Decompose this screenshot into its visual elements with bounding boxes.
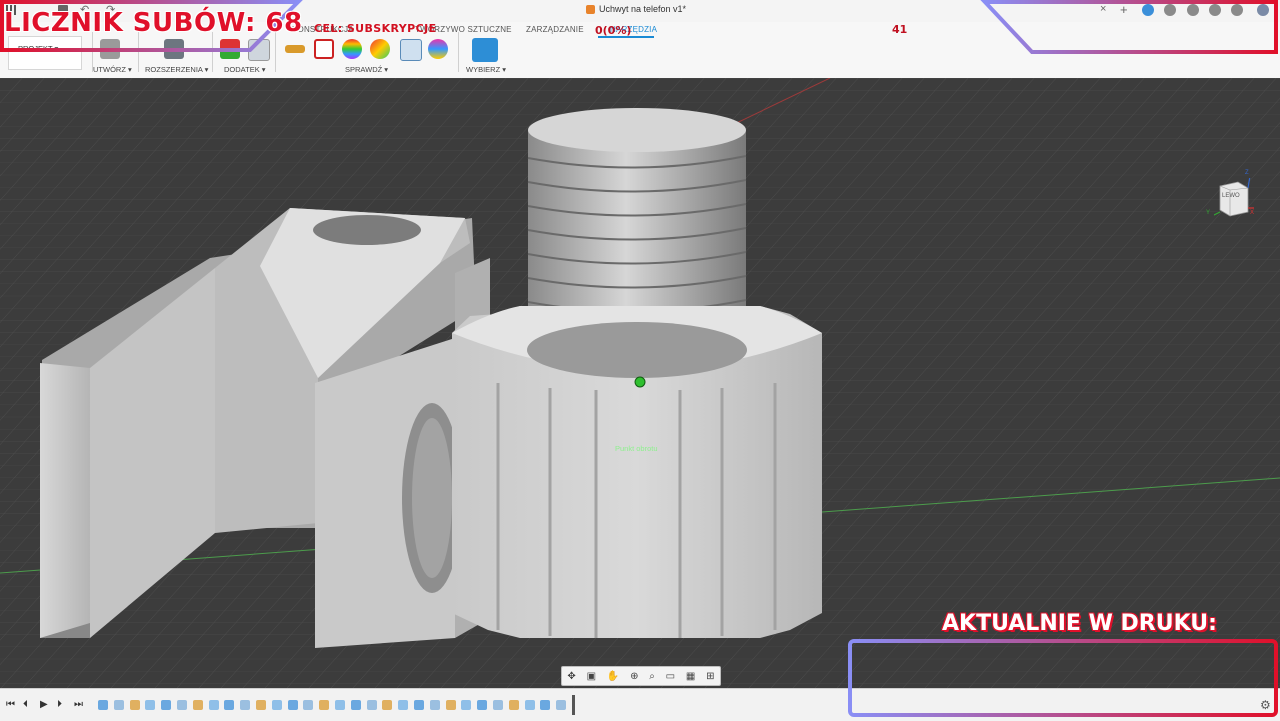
timeline-feature-icon[interactable]	[208, 700, 219, 710]
toolbar-separator	[138, 32, 139, 72]
timeline-feature-icon[interactable]	[493, 700, 503, 710]
timeline-feature-icon[interactable]	[382, 700, 393, 710]
timeline-feature-icon[interactable]	[461, 700, 472, 710]
pivot-label: Punkt obrotu	[615, 444, 658, 453]
timeline-feature-icon[interactable]	[224, 700, 235, 710]
group-wybierz[interactable]: WYBIERZ ▾	[466, 65, 506, 74]
group-utworz[interactable]: UTWÓRZ ▾	[93, 65, 132, 74]
notifications-icon[interactable]	[1209, 4, 1221, 16]
timeline-feature-icon[interactable]	[177, 700, 187, 710]
timeline-feature-icon[interactable]	[240, 700, 251, 710]
timeline-feature-icon[interactable]	[477, 700, 488, 710]
timeline-feature-icon[interactable]	[556, 700, 567, 710]
timeline-feature-icon[interactable]	[256, 700, 266, 710]
pan-icon[interactable]: ✋	[607, 671, 619, 682]
view-cube[interactable]: LEWO X Y Z	[1206, 170, 1255, 218]
subscription-goal-target: 41	[892, 23, 908, 36]
axis-label-y: Y	[1206, 210, 1211, 216]
y-axis-indicator	[1211, 211, 1221, 217]
addin-icon[interactable]	[220, 39, 240, 59]
timeline-feature-icon[interactable]	[129, 700, 140, 710]
z-axis-indicator	[1247, 175, 1251, 189]
group-dodatek[interactable]: DODATEK ▾	[224, 65, 266, 74]
fit-icon[interactable]: ⌕	[649, 671, 655, 682]
tab-zarzadzanie[interactable]: ZARZĄDZANIE	[526, 25, 584, 34]
timeline-feature-icon[interactable]	[366, 700, 377, 710]
display-settings-icon[interactable]: ▭	[666, 671, 675, 682]
timeline-feature-icon[interactable]	[161, 700, 172, 710]
timeline-first-button[interactable]: ⏮	[6, 699, 15, 710]
gear-icon[interactable]: ⚙	[1260, 698, 1271, 712]
project-box[interactable]	[8, 36, 82, 70]
subscription-goal-progress: 0(0%)	[595, 24, 632, 37]
avatar[interactable]	[1257, 4, 1269, 16]
document-title: Uchwyt na telefon v1*	[586, 4, 686, 14]
scripts-icon[interactable]	[164, 39, 184, 59]
timeline-feature-icon[interactable]	[335, 700, 345, 710]
upload-icon[interactable]	[1142, 4, 1154, 16]
timeline-feature-icon[interactable]	[303, 700, 314, 710]
document-cube-icon	[586, 4, 595, 14]
timeline-feature-icon[interactable]	[508, 700, 519, 710]
timeline-feature-icon[interactable]	[398, 700, 409, 710]
timeline-marker[interactable]	[572, 695, 575, 715]
navigation-bar: ✥ ▣ ✋ ⊕ ⌕ ▭ ▦ ⊞	[561, 666, 721, 686]
zebra-analysis-icon[interactable]	[370, 39, 390, 59]
timeline: ⏮ ⏴ ▶ ⏵ ⏭ ⚙	[0, 688, 1280, 721]
timeline-feature-icon[interactable]	[524, 700, 535, 710]
3d-viewport[interactable]: Punkt obrotu LEWO X Y Z	[0, 78, 1280, 688]
timeline-next-button[interactable]: ⏵	[57, 699, 62, 710]
group-sprawdz[interactable]: SPRAWDŹ ▾	[345, 65, 388, 74]
new-tab-button[interactable]: +	[1120, 2, 1128, 17]
timeline-play-button[interactable]: ▶	[40, 699, 48, 710]
timeline-feature-icon[interactable]	[429, 700, 440, 710]
interference-icon[interactable]	[314, 39, 334, 59]
grid-settings-icon[interactable]: ▦	[686, 671, 695, 682]
close-tab-button[interactable]: ×	[1100, 3, 1106, 15]
document-title-text: Uchwyt na telefon v1*	[599, 4, 687, 14]
timeline-feature-icon[interactable]	[98, 700, 108, 710]
group-rozszerzenia[interactable]: ROZSZERZENIA ▾	[145, 65, 208, 74]
viewcube-face-label: LEWO	[1222, 193, 1240, 199]
timeline-feature-icon[interactable]	[145, 700, 156, 710]
pivot-point-icon	[634, 376, 646, 388]
job-status-icon[interactable]	[1187, 4, 1199, 16]
timeline-feature-icon[interactable]	[445, 700, 456, 710]
timeline-feature-icon[interactable]	[540, 700, 551, 710]
curvature-comb-icon[interactable]	[342, 39, 362, 59]
axis-label-x: X	[1250, 210, 1255, 216]
make-3d-print-icon[interactable]	[100, 39, 120, 59]
subscription-goal-label: CEL: SUBSKRYPCJE	[314, 22, 437, 35]
subscriber-counter: LICZNIK SUBÓW: 68	[4, 8, 303, 38]
timeline-feature-icon[interactable]	[350, 700, 361, 710]
axis-label-z: Z	[1245, 170, 1249, 176]
model-render[interactable]	[0, 78, 1280, 688]
timeline-feature-icon[interactable]	[319, 700, 330, 710]
timeline-feature-icon[interactable]	[192, 700, 203, 710]
measure-icon[interactable]	[285, 45, 305, 53]
component-color-icon[interactable]	[428, 39, 448, 59]
orbit-icon[interactable]: ✥	[567, 671, 575, 682]
toolbar-separator	[212, 32, 213, 72]
timeline-last-button[interactable]: ⏭	[74, 699, 83, 710]
select-icon[interactable]	[472, 38, 498, 62]
help-icon[interactable]	[1231, 4, 1243, 16]
toolbar-separator	[275, 32, 276, 72]
timeline-prev-button[interactable]: ⏴	[23, 699, 28, 710]
timeline-feature-icon[interactable]	[414, 700, 424, 710]
toolbar-separator	[458, 32, 459, 72]
timeline-feature-icon[interactable]	[271, 700, 282, 710]
project-button-label[interactable]: PROJEKT ▾	[18, 44, 58, 53]
knurled-nut	[452, 306, 822, 638]
look-at-icon[interactable]: ▣	[587, 671, 596, 682]
extensions-icon[interactable]	[1164, 4, 1176, 16]
now-printing-label: AKTUALNIE W DRUKU:	[942, 611, 1217, 636]
timeline-feature-icon[interactable]	[287, 700, 298, 710]
phone-holder-body	[40, 208, 490, 648]
timeline-feature-icon[interactable]	[113, 700, 124, 710]
zoom-icon[interactable]: ⊕	[630, 671, 638, 682]
addin-store-icon[interactable]	[248, 39, 270, 61]
viewports-icon[interactable]: ⊞	[706, 671, 714, 682]
section-analysis-icon[interactable]	[400, 39, 422, 61]
